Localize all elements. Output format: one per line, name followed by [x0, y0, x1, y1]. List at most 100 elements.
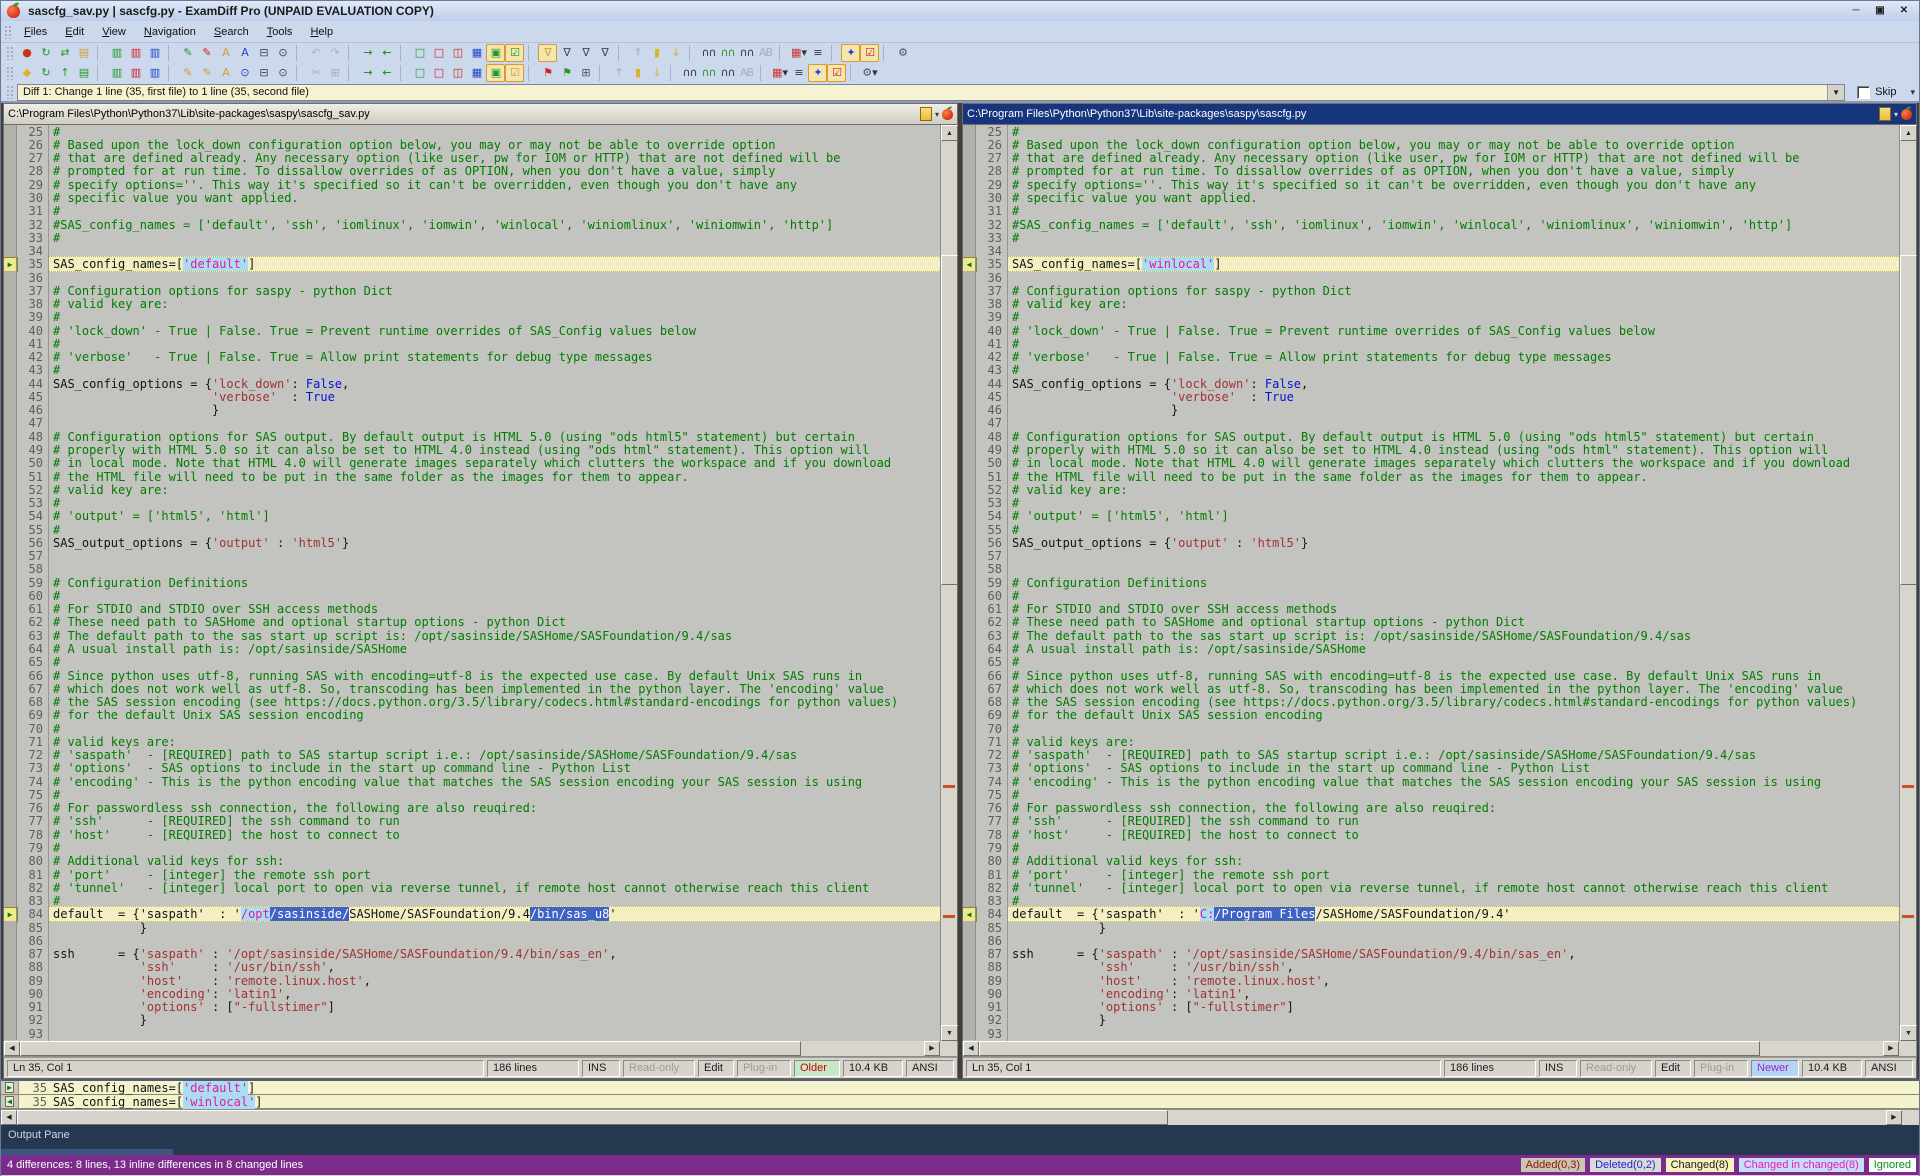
code-line-39[interactable]: 39#: [4, 311, 940, 324]
line-view-icon[interactable]: ≡: [789, 64, 808, 82]
merge-arrow-icon[interactable]: ◀: [963, 908, 976, 921]
edit-second-icon[interactable]: ✎: [197, 44, 216, 62]
right-code-area[interactable]: 25#26# Based upon the lock_down configur…: [963, 125, 1899, 1041]
open-files-icon[interactable]: ▤: [74, 44, 93, 62]
code-line-82[interactable]: 82# 'tunnel' - [integer] local port to o…: [4, 881, 940, 894]
code-line-68[interactable]: 68# the SAS session encoding (see https:…: [963, 695, 1899, 708]
gear-settings-icon[interactable]: ⚙▾: [860, 64, 879, 82]
diff-selector-dropdown-icon[interactable]: ▼: [1827, 85, 1844, 100]
next-diff-icon[interactable]: ↓: [666, 44, 685, 62]
code-line-29[interactable]: 29# specify options=''. This way it's sp…: [963, 178, 1899, 191]
code-line-32[interactable]: 32#SAS_config_names = ['default', 'ssh',…: [963, 218, 1899, 231]
save-left-icon[interactable]: ▥: [107, 64, 126, 82]
scroll-down-icon[interactable]: ▼: [941, 1025, 958, 1041]
code-line-93[interactable]: 93: [963, 1027, 1899, 1040]
code-line-41[interactable]: 41#: [4, 337, 940, 350]
redo-icon[interactable]: ↷: [325, 44, 344, 62]
merge-arrow-icon[interactable]: ◀: [963, 258, 976, 271]
output-pane-bar[interactable]: Output Pane: [1, 1125, 1919, 1155]
code-line-81[interactable]: 81# 'port' - [integer] the remote ssh po…: [4, 868, 940, 881]
block-changed-icon[interactable]: ◫: [448, 64, 467, 82]
go-down-icon[interactable]: ↓: [647, 64, 666, 82]
scroll-left-icon[interactable]: ◀: [4, 1041, 20, 1056]
code-line-28[interactable]: 28# prompted for at run time. To dissall…: [963, 165, 1899, 178]
code-line-46[interactable]: 46 }: [4, 404, 940, 417]
cut-icon[interactable]: ✂: [306, 64, 325, 82]
edit-first-icon[interactable]: ✎: [178, 44, 197, 62]
merge-arrow-icon[interactable]: ◀: [1, 1095, 19, 1108]
view-layout-icon[interactable]: ▦▾: [789, 44, 808, 62]
code-line-54[interactable]: 54# 'output' = ['html5', 'html']: [963, 510, 1899, 523]
diff-detail-row[interactable]: ▶35SAS_config_names=['default']: [1, 1081, 1919, 1095]
save-second-icon[interactable]: ▥: [126, 44, 145, 62]
badge-ignored[interactable]: Ignored: [1869, 1158, 1916, 1172]
code-line-64[interactable]: 64# A usual install path is: /opt/sasins…: [963, 642, 1899, 655]
save-right-icon[interactable]: ▥: [126, 64, 145, 82]
code-line-40[interactable]: 40# 'lock_down' - True | False. True = P…: [963, 324, 1899, 337]
code-line-52[interactable]: 52# valid key are:: [963, 483, 1899, 496]
code-line-31[interactable]: 31#: [963, 205, 1899, 218]
code-line-60[interactable]: 60#: [4, 589, 940, 602]
copy-block-right-icon[interactable]: →: [358, 44, 377, 62]
code-line-85[interactable]: 85 }: [963, 921, 1899, 934]
magnify-icon[interactable]: ⊙: [273, 64, 292, 82]
code-line-65[interactable]: 65#: [963, 656, 1899, 669]
code-line-61[interactable]: 61# For STDIO and STDIO over SSH access …: [963, 603, 1899, 616]
option-check-icon[interactable]: ☑: [827, 64, 846, 82]
code-line-30[interactable]: 30# specific value you want applied.: [963, 191, 1899, 204]
code-line-47[interactable]: 47: [963, 417, 1899, 430]
code-line-75[interactable]: 75#: [963, 788, 1899, 801]
right-vertical-scrollbar[interactable]: ▲ ▼: [1899, 125, 1916, 1041]
code-line-46[interactable]: 46 }: [963, 404, 1899, 417]
search-prev-icon[interactable]: ∩∩: [737, 44, 756, 62]
edit-options-icon[interactable]: ☑: [860, 44, 879, 62]
menu-tools[interactable]: Tools: [258, 23, 302, 41]
go-up-icon[interactable]: ↑: [609, 64, 628, 82]
code-line-90[interactable]: 90 'encoding': 'latin1',: [4, 987, 940, 1000]
view-lines-icon[interactable]: ≡: [808, 44, 827, 62]
show-moved-icon[interactable]: ▣: [486, 44, 505, 62]
menu-search[interactable]: Search: [205, 23, 258, 41]
code-line-78[interactable]: 78# 'host' - [REQUIRED] the host to conn…: [4, 828, 940, 841]
find-binoculars-icon[interactable]: ∩∩: [680, 64, 699, 82]
find-second-icon[interactable]: A: [235, 44, 254, 62]
copy-icon[interactable]: ⊞: [325, 64, 344, 82]
undo-icon[interactable]: ↶: [306, 44, 325, 62]
save-all-icon[interactable]: ▥: [145, 64, 164, 82]
badge-added-0-3-[interactable]: Added(0,3): [1521, 1158, 1585, 1172]
code-line-51[interactable]: 51# the HTML file will need to be put in…: [4, 470, 940, 483]
edit-file-second-icon[interactable]: ✎: [197, 64, 216, 82]
code-line-79[interactable]: 79#: [963, 841, 1899, 854]
match-case-icon[interactable]: AB: [756, 44, 775, 62]
code-line-80[interactable]: 80# Additional valid keys for ssh:: [4, 855, 940, 868]
clipboard-icon[interactable]: ⊞: [576, 64, 595, 82]
code-line-59[interactable]: 59# Configuration Definitions: [4, 576, 940, 589]
doc-search-icon[interactable]: ⊙: [235, 64, 254, 82]
code-line-88[interactable]: 88 'ssh' : '/usr/bin/ssh',: [963, 961, 1899, 974]
code-line-84[interactable]: ◀84default = {'saspath' : 'C:/Program Fi…: [963, 908, 1899, 921]
code-line-76[interactable]: 76# For passwordless ssh connection, the…: [4, 802, 940, 815]
code-line-77[interactable]: 77# 'ssh' - [REQUIRED] the ssh command t…: [4, 815, 940, 828]
code-line-51[interactable]: 51# the HTML file will need to be put in…: [963, 470, 1899, 483]
code-line-50[interactable]: 50# in local mode. Note that HTML 4.0 wi…: [4, 457, 940, 470]
code-line-58[interactable]: 58: [4, 563, 940, 576]
swap-compare-icon[interactable]: ⇄: [55, 44, 74, 62]
plugins-icon[interactable]: ✦: [841, 44, 860, 62]
edit-file-first-icon[interactable]: ✎: [178, 64, 197, 82]
code-line-37[interactable]: 37# Configuration options for saspy - py…: [4, 284, 940, 297]
diff-selector[interactable]: Diff 1: Change 1 line (35, first file) t…: [17, 84, 1845, 101]
code-line-78[interactable]: 78# 'host' - [REQUIRED] the host to conn…: [963, 828, 1899, 841]
scroll-thumb[interactable]: [941, 255, 958, 585]
scroll-thumb[interactable]: [1900, 255, 1917, 585]
code-line-56[interactable]: 56SAS_output_options = {'output' : 'html…: [4, 536, 940, 549]
code-line-74[interactable]: 74# 'encoding' - This is the python enco…: [963, 775, 1899, 788]
current-line-icon[interactable]: ▮: [628, 64, 647, 82]
code-line-92[interactable]: 92 }: [4, 1014, 940, 1027]
code-line-69[interactable]: 69# for the default Unix SAS session enc…: [963, 709, 1899, 722]
code-line-42[interactable]: 42# 'verbose' - True | False. True = All…: [4, 351, 940, 364]
right-pane-header[interactable]: C:\Program Files\Python\Python37\Lib\sit…: [962, 103, 1917, 125]
code-line-62[interactable]: 62# These need path to SASHome and optio…: [963, 616, 1899, 629]
code-line-70[interactable]: 70#: [4, 722, 940, 735]
header-dropdown-icon[interactable]: ▾: [935, 110, 939, 119]
filter-deleted-icon[interactable]: ∇: [576, 44, 595, 62]
